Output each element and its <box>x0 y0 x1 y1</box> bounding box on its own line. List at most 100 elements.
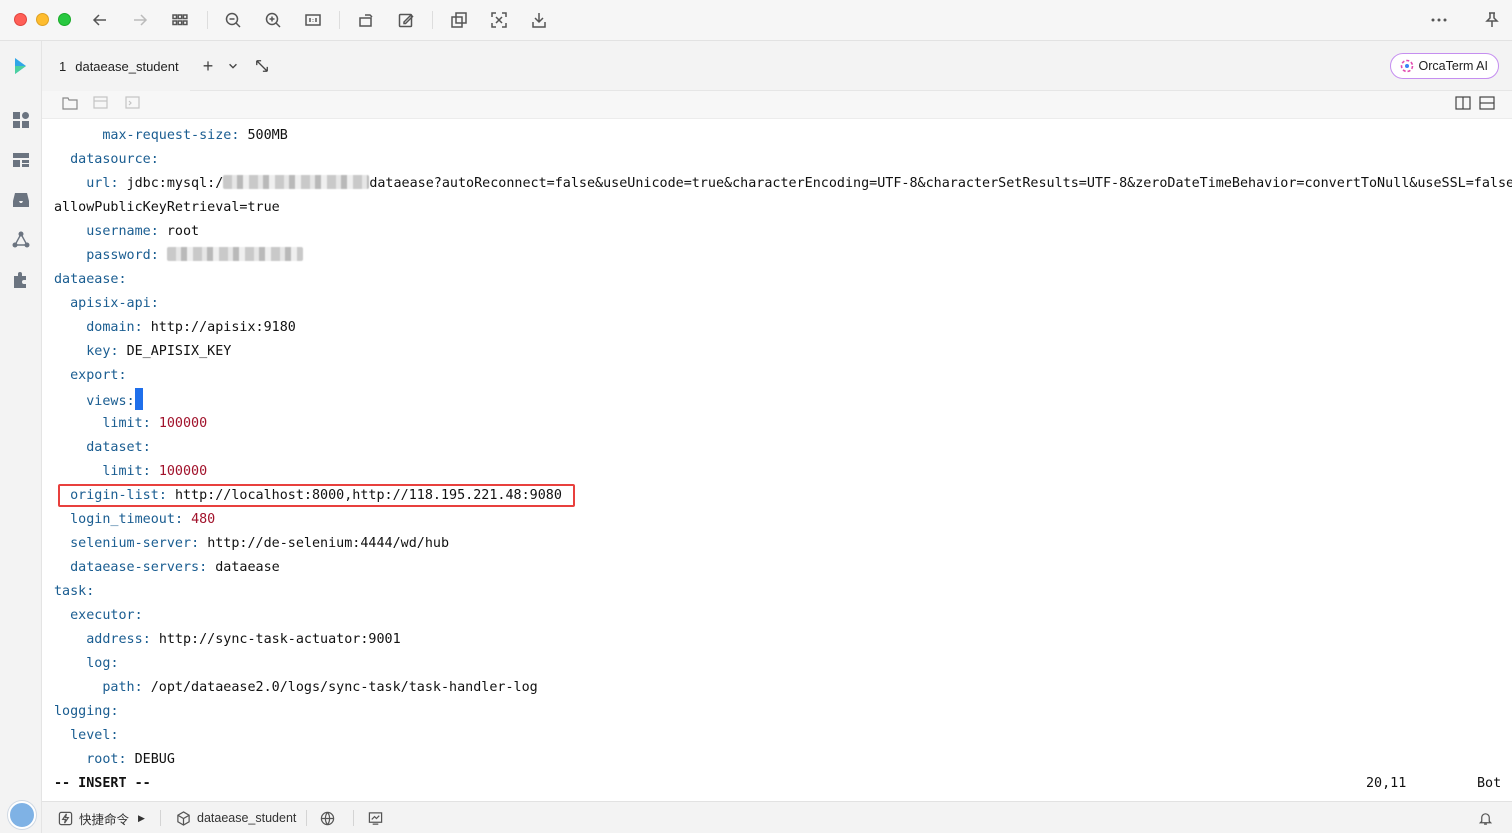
markup-icon[interactable] <box>394 9 418 31</box>
yaml-colon: : <box>118 752 127 767</box>
yaml-colon: : <box>134 320 143 335</box>
yaml-key: export <box>70 368 119 383</box>
tab-bar: 1 dataease_student + OrcaTerm AI <box>42 41 1512 91</box>
terminal-line: login_timeout: 480 <box>54 508 215 532</box>
quick-command-button[interactable]: 快捷命令 ▶ <box>58 802 145 833</box>
caret-right-icon: ▶ <box>138 812 145 823</box>
yaml-key: task <box>54 584 87 599</box>
cursor-position: 20,11 <box>1366 776 1407 791</box>
yaml-colon: : <box>110 704 119 719</box>
layout-icon[interactable] <box>10 149 32 171</box>
terminal-line: origin-list: http://localhost:8000,http:… <box>54 484 562 508</box>
yaml-key: dataease-servers <box>70 560 200 575</box>
network-icon[interactable] <box>10 229 32 251</box>
forward-arrow-icon[interactable] <box>128 9 152 31</box>
monitor-chart-icon <box>368 811 383 825</box>
yaml-key: address <box>86 632 143 647</box>
pin-icon[interactable] <box>1480 9 1504 31</box>
yaml-value: http://localhost:8000,http://118.195.221… <box>174 488 562 503</box>
yaml-value: http://de-selenium:4444/wd/hub <box>207 536 450 551</box>
yaml-value: jdbc:mysql:/ <box>126 176 224 191</box>
dashboard-icon[interactable] <box>10 109 32 131</box>
redacted-host <box>223 175 370 189</box>
yaml-value: http://sync-task-actuator:9001 <box>158 632 401 647</box>
yaml-colon: : <box>199 560 208 575</box>
orcaterm-logo-icon[interactable] <box>10 55 32 77</box>
terminal-line: level: <box>54 724 118 748</box>
yaml-colon: : <box>150 152 159 167</box>
terminal-line: path: /opt/dataease2.0/logs/sync-task/ta… <box>54 676 537 700</box>
yaml-colon: : <box>191 536 200 551</box>
orcaterm-ai-label: OrcaTerm AI <box>1418 59 1488 73</box>
capture-text-icon[interactable] <box>487 9 511 31</box>
yaml-key: username <box>86 224 151 239</box>
notifications-button[interactable] <box>1478 802 1499 833</box>
yaml-colon: : <box>231 128 240 143</box>
yaml-key: max-request-size <box>102 128 232 143</box>
terminal-line: password: <box>54 244 303 268</box>
text-cursor <box>134 388 143 410</box>
redacted-password <box>166 247 303 261</box>
yaml-value: 100000 <box>158 464 208 479</box>
globe-button[interactable] <box>320 802 341 833</box>
expand-icon[interactable] <box>251 55 273 77</box>
terminal-line: logging: <box>54 700 119 724</box>
terminal-image-icon[interactable] <box>125 95 143 113</box>
yaml-value: 100000 <box>158 416 208 431</box>
session-selector[interactable]: dataease_student <box>176 802 296 833</box>
close-window-button[interactable] <box>14 13 27 26</box>
yaml-key: apisix-api <box>70 296 151 311</box>
tab-dropdown-chevron-icon[interactable] <box>222 55 244 77</box>
yaml-key: views <box>86 394 127 409</box>
terminal-toolbar <box>42 91 1512 119</box>
zoom-window-button[interactable] <box>58 13 71 26</box>
tab-dataease-student[interactable]: 1 dataease_student <box>42 41 190 91</box>
inbox-icon[interactable] <box>10 189 32 211</box>
yaml-colon: : <box>110 656 119 671</box>
terminal-line: selenium-server: http://de-selenium:4444… <box>54 532 449 556</box>
monitor-button[interactable] <box>368 802 389 833</box>
share-icon[interactable] <box>527 9 551 31</box>
yaml-key: executor <box>70 608 135 623</box>
terminal-line: executor: <box>54 604 143 628</box>
yaml-colon: : <box>126 394 135 409</box>
yaml-key: limit <box>102 464 143 479</box>
yaml-key: path <box>102 680 135 695</box>
orcaterm-ai-button[interactable]: OrcaTerm AI <box>1389 53 1499 79</box>
plugin-icon[interactable] <box>10 269 32 291</box>
line-text: allowPublicKeyRetrieval=true <box>54 200 280 215</box>
yaml-value: dataease <box>215 560 280 575</box>
yaml-key: origin-list <box>70 488 159 503</box>
new-tab-plus-icon[interactable]: + <box>197 55 219 77</box>
back-arrow-icon[interactable] <box>88 9 112 31</box>
globe-icon <box>320 811 335 825</box>
sftp-folder-icon[interactable] <box>62 95 80 113</box>
split-horizontal-icon[interactable] <box>1479 95 1497 113</box>
yaml-value: 480 <box>191 512 216 527</box>
yaml-key: password <box>86 248 151 263</box>
yaml-value: DEBUG <box>134 752 175 767</box>
yaml-value: DE_APISIX_KEY <box>126 344 232 359</box>
quick-command-label: 快捷命令 <box>79 812 130 827</box>
more-options-icon[interactable] <box>1427 9 1451 31</box>
user-avatar[interactable] <box>8 801 36 829</box>
actual-size-icon[interactable] <box>301 9 325 31</box>
left-sidebar <box>0 41 42 833</box>
yaml-value: 500MB <box>247 128 288 143</box>
file-transfer-icon[interactable] <box>93 95 111 113</box>
minimize-window-button[interactable] <box>36 13 49 26</box>
bottom-status-bar: 快捷命令 ▶ dataease_student <box>42 801 1512 833</box>
terminal-output[interactable]: max-request-size: 500MB datasource: url:… <box>42 120 1512 800</box>
grid-view-icon[interactable] <box>168 9 192 31</box>
zoom-in-icon[interactable] <box>261 9 285 31</box>
split-vertical-icon[interactable] <box>1455 95 1473 113</box>
terminal-line: datasource: <box>54 148 159 172</box>
yaml-colon: : <box>158 488 167 503</box>
terminal-line: max-request-size: 500MB <box>54 124 288 148</box>
zoom-out-icon[interactable] <box>221 9 245 31</box>
translate-icon[interactable] <box>447 9 471 31</box>
yaml-value: dataease?autoReconnect=false&useUnicode=… <box>369 176 1512 191</box>
yaml-colon: : <box>150 248 159 263</box>
rotate-icon[interactable] <box>354 9 378 31</box>
terminal-line: views: <box>54 388 143 412</box>
